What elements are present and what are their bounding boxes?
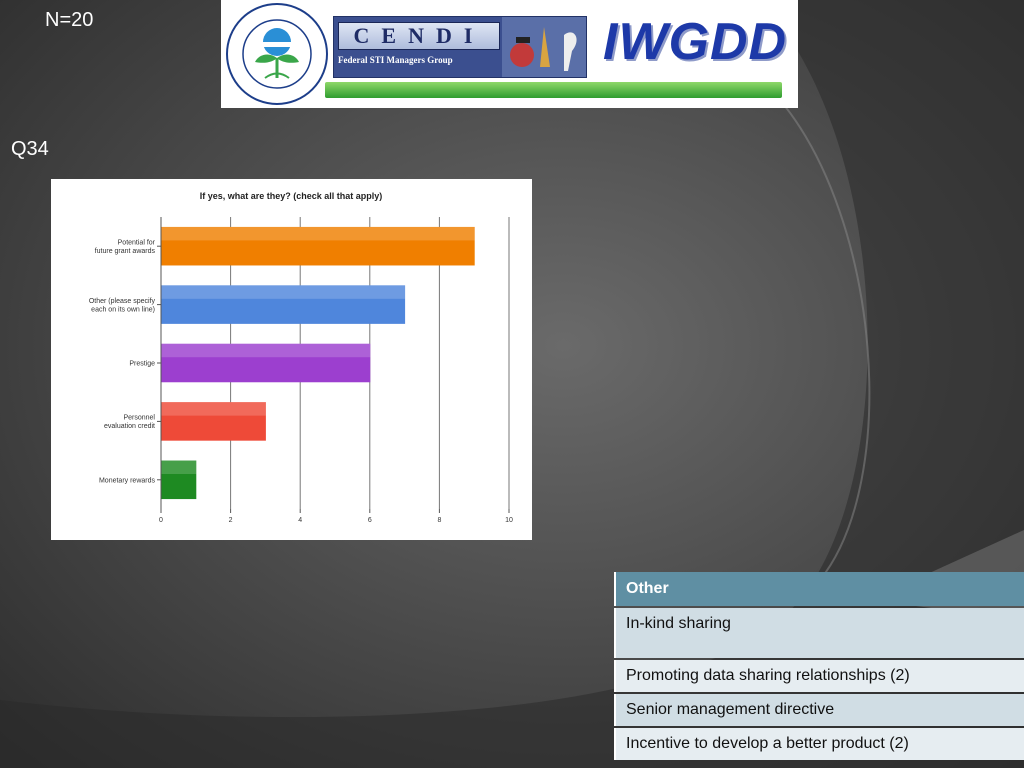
epa-seal-logo (226, 3, 328, 105)
category-label: Other (please specify (89, 298, 156, 305)
category-label: Potential for (118, 239, 156, 246)
table-row: In-kind sharing (614, 608, 1024, 658)
category-label: Monetary rewards (99, 477, 156, 484)
bar-highlight (161, 285, 406, 299)
banner-green-bar (325, 82, 782, 98)
cendi-logo: CENDI Federal STI Managers Group (333, 16, 587, 78)
category-label: Personnel (123, 415, 155, 422)
cendi-wordmark: CENDI (338, 22, 500, 50)
category-labels: Potential for future grant awards Other (p… (89, 239, 156, 484)
header-banner: CENDI Federal STI Managers Group IWGDD (221, 0, 798, 108)
sample-size-label: N=20 (45, 9, 94, 31)
bars (161, 226, 475, 500)
x-tick-labels: 0 2 4 6 8 10 (159, 517, 513, 524)
iwgdd-wordmark: IWGDD (603, 13, 788, 71)
x-tick-label: 2 (229, 517, 233, 524)
category-label: each on its own line) (91, 306, 155, 313)
chart-title: If yes, what are they? (check all that a… (200, 191, 383, 201)
other-table-header: Other (614, 572, 1024, 606)
cendi-collage-image (502, 17, 586, 77)
category-label: evaluation credit (104, 423, 155, 430)
x-tick-label: 4 (298, 517, 302, 524)
other-responses-table: Other In-kind sharing Promoting data sha… (614, 570, 1024, 762)
bar-highlight (161, 226, 475, 241)
x-tick-label: 0 (159, 517, 163, 524)
chart-panel: If yes, what are they? (check all that a… (51, 179, 532, 540)
bar-highlight (161, 343, 371, 358)
category-label: Prestige (129, 361, 155, 368)
question-number-label: Q34 (11, 138, 49, 160)
category-label: future grant awards (95, 248, 156, 255)
table-row: Promoting data sharing relationships (2) (614, 660, 1024, 692)
cendi-subtitle: Federal STI Managers Group (338, 55, 453, 65)
x-tick-label: 6 (368, 517, 372, 524)
table-row: Incentive to develop a better product (2… (614, 728, 1024, 760)
x-tick-label: 8 (437, 517, 441, 524)
x-tick-label: 10 (505, 517, 513, 524)
bar-highlight (161, 402, 266, 416)
bar-highlight (161, 460, 197, 475)
table-row: Senior management directive (614, 694, 1024, 726)
bar-chart: If yes, what are they? (check all that a… (89, 191, 513, 524)
